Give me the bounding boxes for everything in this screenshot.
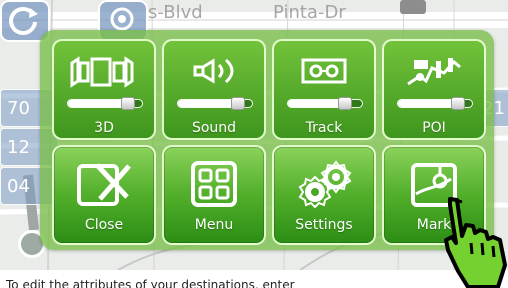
track-level-slider[interactable] [287,97,363,110]
settings-gears-icon [298,160,352,209]
slider-knob[interactable] [230,97,245,110]
rotate-arrow-icon [9,6,38,35]
menu-button[interactable]: Menu [162,145,266,245]
track-recorder-icon [301,58,347,84]
3d-level-slider[interactable] [67,97,143,110]
close-button[interactable]: Close [52,145,156,245]
sound-level-slider[interactable] [177,97,253,110]
poi-icon [407,58,461,86]
speaker-sound-icon [193,58,234,84]
slider-knob[interactable] [337,97,352,110]
instruction-caption: To edit the attributes of your destinati… [6,278,295,288]
pointer-hand [438,195,508,288]
hand-pointer-icon [444,197,507,288]
sound-toggle[interactable]: Sound [162,39,266,140]
close-icon [77,163,131,206]
street-label: Pinta-Dr [273,2,346,23]
map-marker [400,0,426,14]
street-label: s-Blvd [148,2,203,23]
poi-level-slider[interactable] [397,97,473,110]
3d-toggle[interactable]: 3D [52,39,156,140]
settings-label: Settings [295,217,353,233]
menu-grid-icon [191,161,237,207]
track-toggle[interactable]: Track [272,39,376,140]
quick-menu-panel: 3D Sound Track POI Close Menu Settings M… [40,30,494,250]
navigation-screen: s-Blvd Pinta-Dr 70 12 04 21 [0,0,508,288]
3d-view-icon [70,56,134,88]
settings-button[interactable]: Settings [272,145,376,245]
menu-label: Menu [194,217,234,233]
slider-knob[interactable] [450,97,465,110]
close-label: Close [84,217,124,233]
poi-label: POI [422,120,446,136]
track-label: Track [305,120,343,136]
sound-label: Sound [191,120,237,136]
3d-label: 3D [94,120,114,136]
slider-knob[interactable] [120,97,135,110]
poi-toggle[interactable]: POI [382,39,486,140]
